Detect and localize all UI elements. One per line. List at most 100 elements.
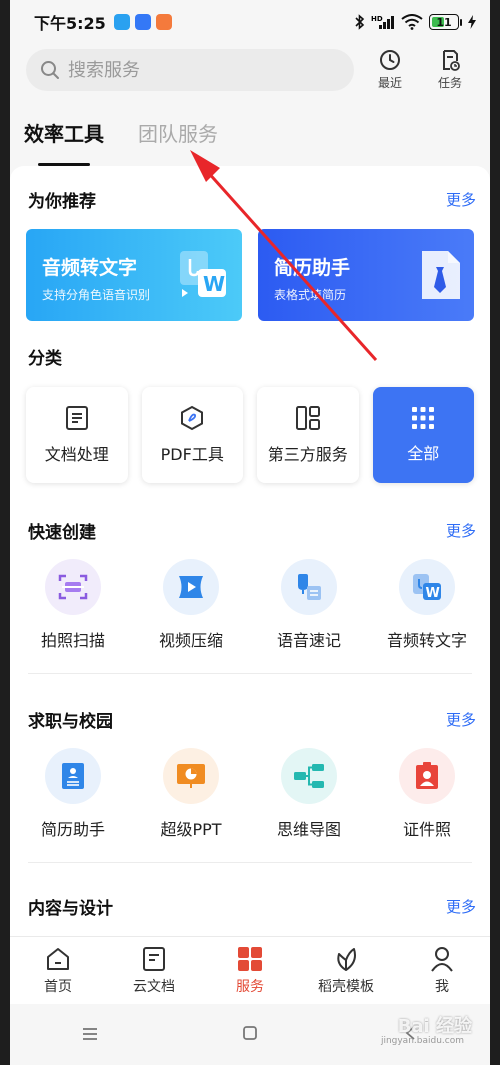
recent-button[interactable]: 最近 bbox=[366, 49, 414, 91]
bluetooth-icon bbox=[355, 14, 365, 30]
recommend-header: 为你推荐 更多 bbox=[10, 182, 490, 216]
square-home-icon bbox=[243, 1026, 257, 1040]
cloud-doc-icon bbox=[143, 946, 165, 971]
nav-cloud-docs[interactable]: 云文档 bbox=[106, 937, 202, 1004]
nav-label: 云文档 bbox=[133, 978, 175, 995]
section-divider bbox=[28, 862, 472, 863]
tab-efficiency-tools[interactable]: 效率工具 bbox=[24, 118, 104, 166]
category-label: PDF工具 bbox=[160, 445, 224, 464]
dots-grid-icon bbox=[412, 407, 435, 429]
task-icon bbox=[443, 50, 460, 71]
recent-label: 最近 bbox=[377, 76, 402, 90]
quick-create-voice-note[interactable]: 语音速记 bbox=[250, 559, 368, 651]
career-more-link[interactable]: 更多 bbox=[446, 709, 476, 730]
search-box[interactable] bbox=[26, 49, 354, 91]
tab-bar: 效率工具 团队服务 bbox=[10, 118, 490, 168]
section-divider bbox=[28, 673, 472, 674]
career-super-ppt[interactable]: 超级PPT bbox=[132, 748, 250, 840]
career-mindmap[interactable]: 思维导图 bbox=[250, 748, 368, 840]
task-button[interactable]: 任务 bbox=[426, 49, 474, 91]
category-label: 第三方服务 bbox=[267, 445, 348, 464]
home-icon bbox=[47, 947, 69, 970]
recommend-more-link[interactable]: 更多 bbox=[446, 189, 476, 210]
voice-note-icon bbox=[281, 559, 337, 615]
category-cards: 文档处理 PDF工具 第三方服务 全部 bbox=[10, 387, 490, 483]
nav-services[interactable]: 服务 bbox=[202, 937, 298, 1004]
battery-icon: 11 bbox=[429, 14, 462, 30]
scan-icon bbox=[45, 559, 101, 615]
quick-create-label: 音频转文字 bbox=[386, 631, 467, 650]
quick-create-items: 拍照扫描 视频压缩 语音速记 W 音频转文字 bbox=[10, 559, 490, 651]
task-label: 任务 bbox=[437, 76, 462, 90]
category-all[interactable]: 全部 bbox=[372, 387, 474, 483]
bottom-nav: 首页 云文档 服务 稻壳模板 我 bbox=[10, 936, 490, 1004]
nav-templates[interactable]: 稻壳模板 bbox=[298, 937, 394, 1004]
category-document[interactable]: 文档处理 bbox=[26, 387, 128, 483]
tab-team-services[interactable]: 团队服务 bbox=[138, 118, 218, 158]
career-id-photo[interactable]: 证件照 bbox=[368, 748, 486, 840]
nav-me[interactable]: 我 bbox=[394, 937, 490, 1004]
career-label: 思维导图 bbox=[276, 820, 341, 839]
app-badge-icon bbox=[113, 14, 130, 30]
menu-key-button[interactable] bbox=[60, 1022, 120, 1047]
category-label: 文档处理 bbox=[44, 445, 109, 464]
baidu-watermark: Bai 经验 bbox=[397, 1016, 472, 1037]
category-label: 全部 bbox=[407, 444, 440, 463]
leaf-template-icon bbox=[337, 947, 356, 971]
rec-card-resume[interactable]: 简历助手 表格式填简历 bbox=[258, 229, 474, 321]
recommend-cards: 音频转文字 支持分角色语音识别 W 简历助手 表格式填简历 bbox=[10, 229, 490, 321]
status-time: 下午5:25 bbox=[34, 14, 106, 33]
category-third-party[interactable]: 第三方服务 bbox=[257, 387, 359, 483]
recommend-title: 为你推荐 bbox=[28, 191, 96, 212]
resume-doc-icon bbox=[422, 251, 460, 299]
nav-label: 稻壳模板 bbox=[318, 978, 374, 995]
main-panel: 为你推荐 更多 音频转文字 支持分角色语音识别 W 简历助手 表格式填简历 分类… bbox=[10, 166, 490, 936]
career-resume[interactable]: 简历助手 bbox=[14, 748, 132, 840]
quick-create-more-link[interactable]: 更多 bbox=[446, 520, 476, 541]
grid-layout-icon bbox=[295, 406, 320, 430]
quick-create-label: 拍照扫描 bbox=[40, 631, 105, 650]
nav-label: 服务 bbox=[236, 978, 264, 995]
status-indicators: HD 11 bbox=[355, 14, 476, 30]
category-header: 分类 bbox=[10, 339, 490, 373]
battery-level: 11 bbox=[436, 15, 452, 29]
content-design-more-link[interactable]: 更多 bbox=[446, 896, 476, 917]
orange-app-icon bbox=[155, 14, 172, 30]
quick-create-video-compress[interactable]: 视频压缩 bbox=[132, 559, 250, 651]
clock-icon bbox=[380, 50, 400, 70]
ppt-icon bbox=[163, 748, 219, 804]
content-design-title: 内容与设计 bbox=[28, 898, 113, 919]
nav-home[interactable]: 首页 bbox=[10, 937, 106, 1004]
svg-text:HD: HD bbox=[371, 15, 383, 23]
category-title: 分类 bbox=[28, 348, 62, 369]
audio-to-text-icon: W bbox=[180, 251, 226, 297]
pdf-icon bbox=[181, 405, 204, 431]
nav-label: 我 bbox=[435, 978, 449, 995]
quick-create-audio-to-text[interactable]: W 音频转文字 bbox=[368, 559, 486, 651]
svg-text:W: W bbox=[426, 586, 440, 601]
quick-create-scan[interactable]: 拍照扫描 bbox=[14, 559, 132, 651]
quick-create-label: 语音速记 bbox=[276, 631, 341, 650]
id-photo-icon bbox=[399, 748, 455, 804]
audio-word-icon: W bbox=[399, 559, 455, 615]
quick-create-title: 快速创建 bbox=[28, 522, 96, 543]
search-row: 最近 任务 bbox=[10, 48, 490, 92]
career-label: 简历助手 bbox=[40, 820, 105, 839]
home-key-button[interactable] bbox=[220, 1022, 280, 1047]
app-screen: 下午5:25 HD 11 最近 任务 效率工具 bbox=[10, 0, 490, 1065]
career-label: 证件照 bbox=[402, 820, 451, 839]
menu-icon bbox=[83, 1028, 97, 1040]
career-header: 求职与校园 更多 bbox=[10, 702, 490, 736]
mindmap-icon bbox=[281, 748, 337, 804]
bluetooth-app-icon bbox=[134, 14, 151, 30]
video-compress-icon bbox=[163, 559, 219, 615]
rec-card-audio-to-text[interactable]: 音频转文字 支持分角色语音识别 W bbox=[26, 229, 242, 321]
resume-icon bbox=[45, 748, 101, 804]
search-input[interactable] bbox=[68, 59, 318, 81]
category-pdf[interactable]: PDF工具 bbox=[141, 387, 243, 483]
svg-text:W: W bbox=[203, 272, 225, 296]
content-design-header: 内容与设计 更多 bbox=[10, 889, 490, 923]
quick-create-header: 快速创建 更多 bbox=[10, 513, 490, 547]
status-bar: 下午5:25 HD 11 bbox=[10, 0, 490, 44]
document-icon bbox=[65, 406, 88, 430]
